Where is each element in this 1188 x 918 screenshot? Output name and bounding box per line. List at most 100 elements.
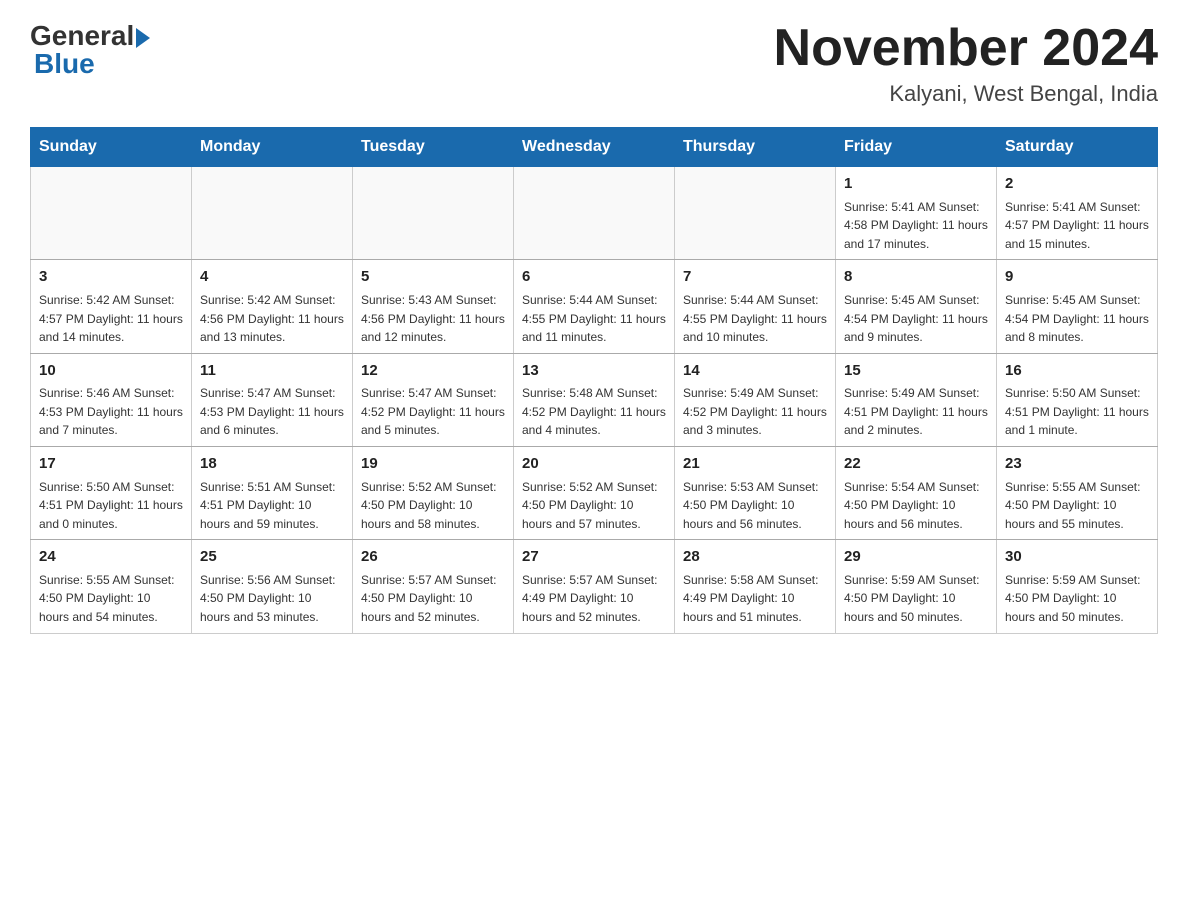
- day-info: Sunrise: 5:58 AM Sunset: 4:49 PM Dayligh…: [683, 571, 827, 627]
- day-number: 6: [522, 266, 666, 289]
- table-row: 2Sunrise: 5:41 AM Sunset: 4:57 PM Daylig…: [997, 167, 1158, 260]
- table-row: 29Sunrise: 5:59 AM Sunset: 4:50 PM Dayli…: [836, 540, 997, 633]
- day-number: 10: [39, 360, 183, 383]
- header-thursday: Thursday: [675, 128, 836, 167]
- header-saturday: Saturday: [997, 128, 1158, 167]
- day-info: Sunrise: 5:48 AM Sunset: 4:52 PM Dayligh…: [522, 384, 666, 440]
- day-info: Sunrise: 5:41 AM Sunset: 4:58 PM Dayligh…: [844, 198, 988, 254]
- table-row: [675, 167, 836, 260]
- day-info: Sunrise: 5:57 AM Sunset: 4:50 PM Dayligh…: [361, 571, 505, 627]
- table-row: 22Sunrise: 5:54 AM Sunset: 4:50 PM Dayli…: [836, 447, 997, 540]
- table-row: 12Sunrise: 5:47 AM Sunset: 4:52 PM Dayli…: [353, 353, 514, 446]
- table-row: [31, 167, 192, 260]
- day-number: 14: [683, 360, 827, 383]
- day-number: 12: [361, 360, 505, 383]
- table-row: [353, 167, 514, 260]
- day-number: 27: [522, 546, 666, 569]
- calendar-week-row: 17Sunrise: 5:50 AM Sunset: 4:51 PM Dayli…: [31, 447, 1158, 540]
- table-row: 8Sunrise: 5:45 AM Sunset: 4:54 PM Daylig…: [836, 260, 997, 353]
- day-number: 29: [844, 546, 988, 569]
- day-number: 13: [522, 360, 666, 383]
- day-info: Sunrise: 5:45 AM Sunset: 4:54 PM Dayligh…: [1005, 291, 1149, 347]
- table-row: 6Sunrise: 5:44 AM Sunset: 4:55 PM Daylig…: [514, 260, 675, 353]
- table-row: 25Sunrise: 5:56 AM Sunset: 4:50 PM Dayli…: [192, 540, 353, 633]
- table-row: 17Sunrise: 5:50 AM Sunset: 4:51 PM Dayli…: [31, 447, 192, 540]
- day-info: Sunrise: 5:47 AM Sunset: 4:52 PM Dayligh…: [361, 384, 505, 440]
- month-title: November 2024: [774, 20, 1158, 77]
- day-info: Sunrise: 5:47 AM Sunset: 4:53 PM Dayligh…: [200, 384, 344, 440]
- day-number: 8: [844, 266, 988, 289]
- day-info: Sunrise: 5:41 AM Sunset: 4:57 PM Dayligh…: [1005, 198, 1149, 254]
- day-info: Sunrise: 5:53 AM Sunset: 4:50 PM Dayligh…: [683, 478, 827, 534]
- table-row: 23Sunrise: 5:55 AM Sunset: 4:50 PM Dayli…: [997, 447, 1158, 540]
- day-number: 23: [1005, 453, 1149, 476]
- day-info: Sunrise: 5:50 AM Sunset: 4:51 PM Dayligh…: [39, 478, 183, 534]
- day-info: Sunrise: 5:54 AM Sunset: 4:50 PM Dayligh…: [844, 478, 988, 534]
- header-monday: Monday: [192, 128, 353, 167]
- table-row: 10Sunrise: 5:46 AM Sunset: 4:53 PM Dayli…: [31, 353, 192, 446]
- calendar-week-row: 24Sunrise: 5:55 AM Sunset: 4:50 PM Dayli…: [31, 540, 1158, 633]
- calendar-header-row: Sunday Monday Tuesday Wednesday Thursday…: [31, 128, 1158, 167]
- day-number: 28: [683, 546, 827, 569]
- day-info: Sunrise: 5:50 AM Sunset: 4:51 PM Dayligh…: [1005, 384, 1149, 440]
- table-row: 16Sunrise: 5:50 AM Sunset: 4:51 PM Dayli…: [997, 353, 1158, 446]
- day-number: 19: [361, 453, 505, 476]
- day-number: 17: [39, 453, 183, 476]
- day-info: Sunrise: 5:42 AM Sunset: 4:57 PM Dayligh…: [39, 291, 183, 347]
- day-number: 30: [1005, 546, 1149, 569]
- table-row: 5Sunrise: 5:43 AM Sunset: 4:56 PM Daylig…: [353, 260, 514, 353]
- table-row: [514, 167, 675, 260]
- table-row: 14Sunrise: 5:49 AM Sunset: 4:52 PM Dayli…: [675, 353, 836, 446]
- day-info: Sunrise: 5:56 AM Sunset: 4:50 PM Dayligh…: [200, 571, 344, 627]
- day-number: 24: [39, 546, 183, 569]
- day-info: Sunrise: 5:46 AM Sunset: 4:53 PM Dayligh…: [39, 384, 183, 440]
- table-row: [192, 167, 353, 260]
- day-number: 26: [361, 546, 505, 569]
- title-section: November 2024 Kalyani, West Bengal, Indi…: [774, 20, 1158, 107]
- logo-blue-text: Blue: [32, 48, 95, 80]
- table-row: 24Sunrise: 5:55 AM Sunset: 4:50 PM Dayli…: [31, 540, 192, 633]
- logo: General Blue: [30, 20, 150, 80]
- day-info: Sunrise: 5:45 AM Sunset: 4:54 PM Dayligh…: [844, 291, 988, 347]
- day-number: 18: [200, 453, 344, 476]
- day-number: 2: [1005, 173, 1149, 196]
- day-info: Sunrise: 5:51 AM Sunset: 4:51 PM Dayligh…: [200, 478, 344, 534]
- day-info: Sunrise: 5:44 AM Sunset: 4:55 PM Dayligh…: [522, 291, 666, 347]
- table-row: 3Sunrise: 5:42 AM Sunset: 4:57 PM Daylig…: [31, 260, 192, 353]
- table-row: 7Sunrise: 5:44 AM Sunset: 4:55 PM Daylig…: [675, 260, 836, 353]
- day-info: Sunrise: 5:44 AM Sunset: 4:55 PM Dayligh…: [683, 291, 827, 347]
- day-number: 20: [522, 453, 666, 476]
- header-friday: Friday: [836, 128, 997, 167]
- day-number: 3: [39, 266, 183, 289]
- header-tuesday: Tuesday: [353, 128, 514, 167]
- day-info: Sunrise: 5:42 AM Sunset: 4:56 PM Dayligh…: [200, 291, 344, 347]
- table-row: 27Sunrise: 5:57 AM Sunset: 4:49 PM Dayli…: [514, 540, 675, 633]
- day-number: 11: [200, 360, 344, 383]
- day-number: 5: [361, 266, 505, 289]
- day-number: 9: [1005, 266, 1149, 289]
- table-row: 18Sunrise: 5:51 AM Sunset: 4:51 PM Dayli…: [192, 447, 353, 540]
- day-info: Sunrise: 5:49 AM Sunset: 4:51 PM Dayligh…: [844, 384, 988, 440]
- table-row: 11Sunrise: 5:47 AM Sunset: 4:53 PM Dayli…: [192, 353, 353, 446]
- day-number: 25: [200, 546, 344, 569]
- calendar-table: Sunday Monday Tuesday Wednesday Thursday…: [30, 127, 1158, 633]
- day-number: 7: [683, 266, 827, 289]
- day-info: Sunrise: 5:43 AM Sunset: 4:56 PM Dayligh…: [361, 291, 505, 347]
- table-row: 13Sunrise: 5:48 AM Sunset: 4:52 PM Dayli…: [514, 353, 675, 446]
- day-info: Sunrise: 5:49 AM Sunset: 4:52 PM Dayligh…: [683, 384, 827, 440]
- day-number: 15: [844, 360, 988, 383]
- day-info: Sunrise: 5:55 AM Sunset: 4:50 PM Dayligh…: [39, 571, 183, 627]
- table-row: 26Sunrise: 5:57 AM Sunset: 4:50 PM Dayli…: [353, 540, 514, 633]
- day-info: Sunrise: 5:55 AM Sunset: 4:50 PM Dayligh…: [1005, 478, 1149, 534]
- day-number: 1: [844, 173, 988, 196]
- page-header: General Blue November 2024 Kalyani, West…: [30, 20, 1158, 107]
- table-row: 28Sunrise: 5:58 AM Sunset: 4:49 PM Dayli…: [675, 540, 836, 633]
- header-wednesday: Wednesday: [514, 128, 675, 167]
- calendar-week-row: 1Sunrise: 5:41 AM Sunset: 4:58 PM Daylig…: [31, 167, 1158, 260]
- day-number: 16: [1005, 360, 1149, 383]
- day-number: 22: [844, 453, 988, 476]
- day-number: 4: [200, 266, 344, 289]
- table-row: 19Sunrise: 5:52 AM Sunset: 4:50 PM Dayli…: [353, 447, 514, 540]
- day-info: Sunrise: 5:57 AM Sunset: 4:49 PM Dayligh…: [522, 571, 666, 627]
- header-sunday: Sunday: [31, 128, 192, 167]
